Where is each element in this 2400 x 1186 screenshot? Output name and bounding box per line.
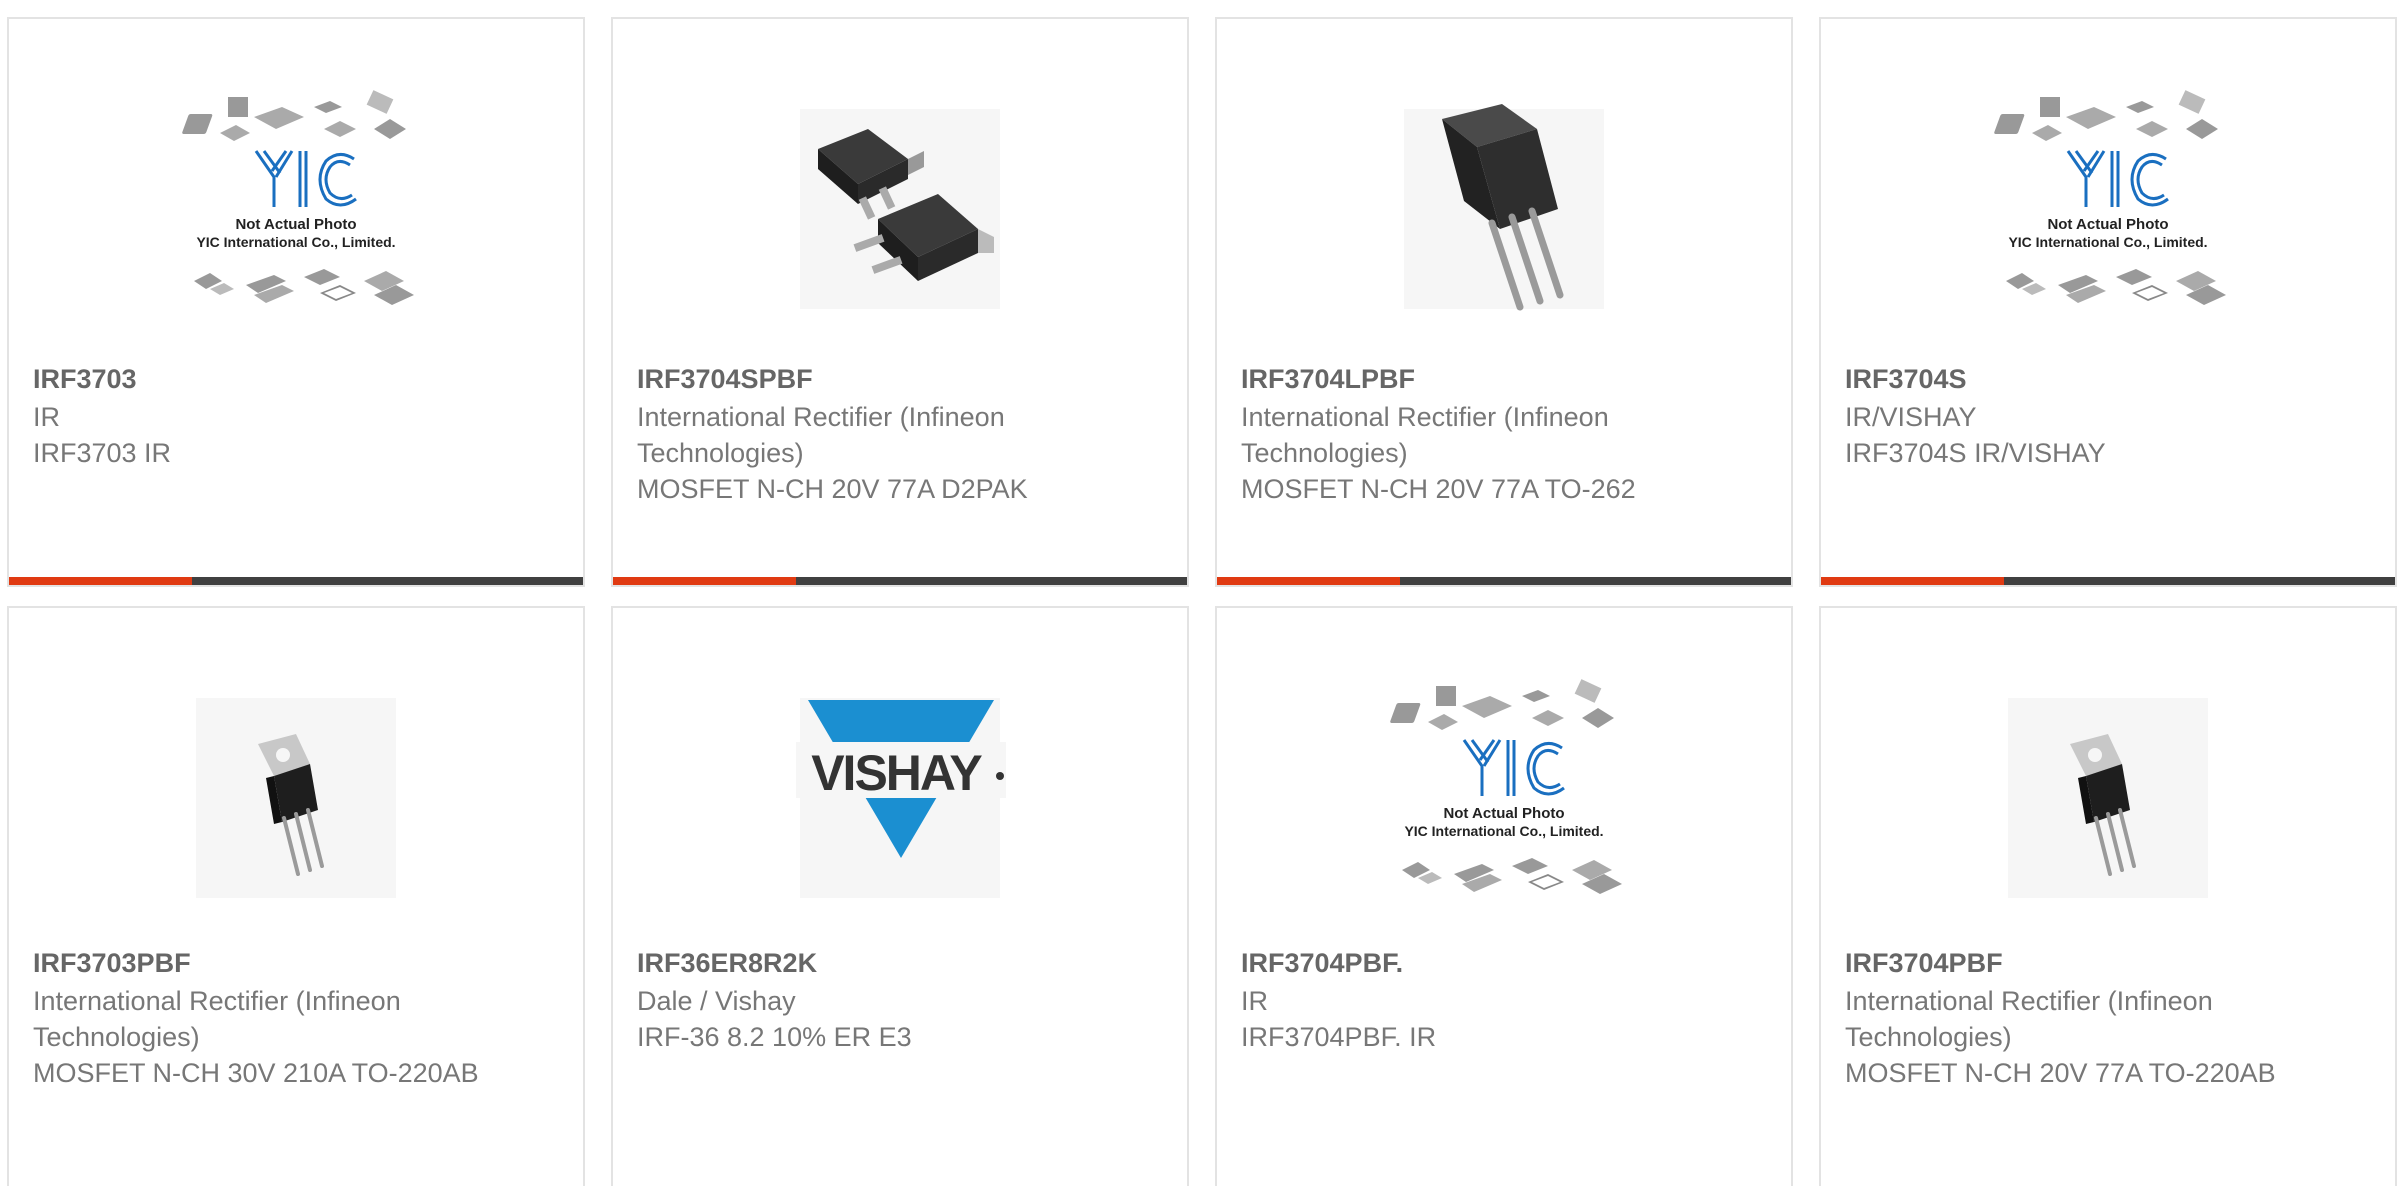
part-number[interactable]: IRF3703 — [33, 361, 559, 397]
product-info: IRF3703 IR IRF3703 IR — [33, 361, 559, 471]
product-info: IRF3704SPBF International Rectifier (Inf… — [637, 361, 1163, 507]
to220-package-icon[interactable] — [164, 678, 428, 910]
card-bottom-bar — [613, 577, 1187, 585]
product-card[interactable]: Not Actual Photo YIC International Co., … — [7, 17, 585, 587]
description: IRF3704S IR/VISHAY — [1845, 438, 2106, 468]
placeholder-line2: YIC International Co., Limited. — [196, 234, 395, 250]
product-info: IRF3704PBF International Rectifier (Infi… — [1845, 945, 2371, 1091]
d2pak-package-icon[interactable] — [768, 89, 1032, 321]
card-bottom-bar — [1217, 577, 1791, 585]
placeholder-line1: Not Actual Photo — [235, 216, 356, 233]
part-number[interactable]: IRF3704LPBF — [1241, 361, 1767, 397]
part-number[interactable]: IRF3703PBF — [33, 945, 559, 981]
product-card[interactable]: Not Actual Photo YIC International Co., … — [1819, 17, 2397, 587]
placeholder-icon[interactable]: Not Actual Photo YIC International Co., … — [1372, 678, 1636, 910]
product-card[interactable]: IRF3704SPBF International Rectifier (Inf… — [611, 17, 1189, 587]
card-bottom-bar — [1821, 577, 2395, 585]
product-card[interactable]: IRF3704LPBF International Rectifier (Inf… — [1215, 17, 1793, 587]
placeholder-line1: Not Actual Photo — [1443, 805, 1564, 822]
product-info: IRF3704S IR/VISHAY IRF3704S IR/VISHAY — [1845, 361, 2371, 471]
part-number[interactable]: IRF3704PBF — [1845, 945, 2371, 981]
description: IRF3703 IR — [33, 438, 172, 468]
part-number[interactable]: IRF36ER8R2K — [637, 945, 1163, 981]
manufacturer: International Rectifier (Infineon Techno… — [33, 986, 401, 1052]
product-info: IRF36ER8R2K Dale / Vishay IRF-36 8.2 10%… — [637, 945, 1163, 1055]
manufacturer: Dale / Vishay — [637, 986, 796, 1016]
manufacturer: IR — [33, 402, 60, 432]
description: IRF3704PBF. IR — [1241, 1022, 1437, 1052]
description: MOSFET N-CH 30V 210A TO-220AB — [33, 1058, 479, 1088]
manufacturer: IR/VISHAY — [1845, 402, 1977, 432]
card-accent — [9, 577, 192, 585]
product-info: IRF3704PBF. IR IRF3704PBF. IR — [1241, 945, 1767, 1055]
card-accent — [1217, 577, 1400, 585]
manufacturer: International Rectifier (Infineon Techno… — [637, 402, 1005, 468]
product-card[interactable]: VISHAY IRF36ER8R2K Dale / Vishay IRF-36 … — [611, 606, 1189, 1186]
placeholder-icon[interactable]: Not Actual Photo YIC International Co., … — [1976, 89, 2240, 321]
product-info: IRF3703PBF International Rectifier (Infi… — [33, 945, 559, 1091]
description: IRF-36 8.2 10% ER E3 — [637, 1022, 912, 1052]
part-number[interactable]: IRF3704PBF. — [1241, 945, 1767, 981]
part-number[interactable]: IRF3704S — [1845, 361, 2371, 397]
vishay-logo-icon[interactable]: VISHAY — [768, 678, 1032, 910]
card-accent — [1821, 577, 2004, 585]
manufacturer: International Rectifier (Infineon Techno… — [1241, 402, 1609, 468]
to262-package-icon[interactable] — [1372, 89, 1636, 321]
product-card[interactable]: IRF3704PBF International Rectifier (Infi… — [1819, 606, 2397, 1186]
placeholder-line2: YIC International Co., Limited. — [2008, 234, 2207, 250]
description: MOSFET N-CH 20V 77A D2PAK — [637, 474, 1028, 504]
placeholder-icon[interactable]: Not Actual Photo YIC International Co., … — [164, 89, 428, 321]
placeholder-line2: YIC International Co., Limited. — [1404, 823, 1603, 839]
card-bottom-bar — [9, 577, 583, 585]
product-card[interactable]: Not Actual Photo YIC International Co., … — [1215, 606, 1793, 1186]
product-grid: Not Actual Photo YIC International Co., … — [0, 0, 2400, 1186]
description: MOSFET N-CH 20V 77A TO-262 — [1241, 474, 1636, 504]
vishay-logo-text: VISHAY — [811, 745, 982, 801]
manufacturer: International Rectifier (Infineon Techno… — [1845, 986, 2213, 1052]
product-card[interactable]: IRF3703PBF International Rectifier (Infi… — [7, 606, 585, 1186]
manufacturer: IR — [1241, 986, 1268, 1016]
product-info: IRF3704LPBF International Rectifier (Inf… — [1241, 361, 1767, 507]
description: MOSFET N-CH 20V 77A TO-220AB — [1845, 1058, 2276, 1088]
card-accent — [613, 577, 796, 585]
placeholder-line1: Not Actual Photo — [2047, 216, 2168, 233]
part-number[interactable]: IRF3704SPBF — [637, 361, 1163, 397]
to220-package-icon[interactable] — [1976, 678, 2240, 910]
